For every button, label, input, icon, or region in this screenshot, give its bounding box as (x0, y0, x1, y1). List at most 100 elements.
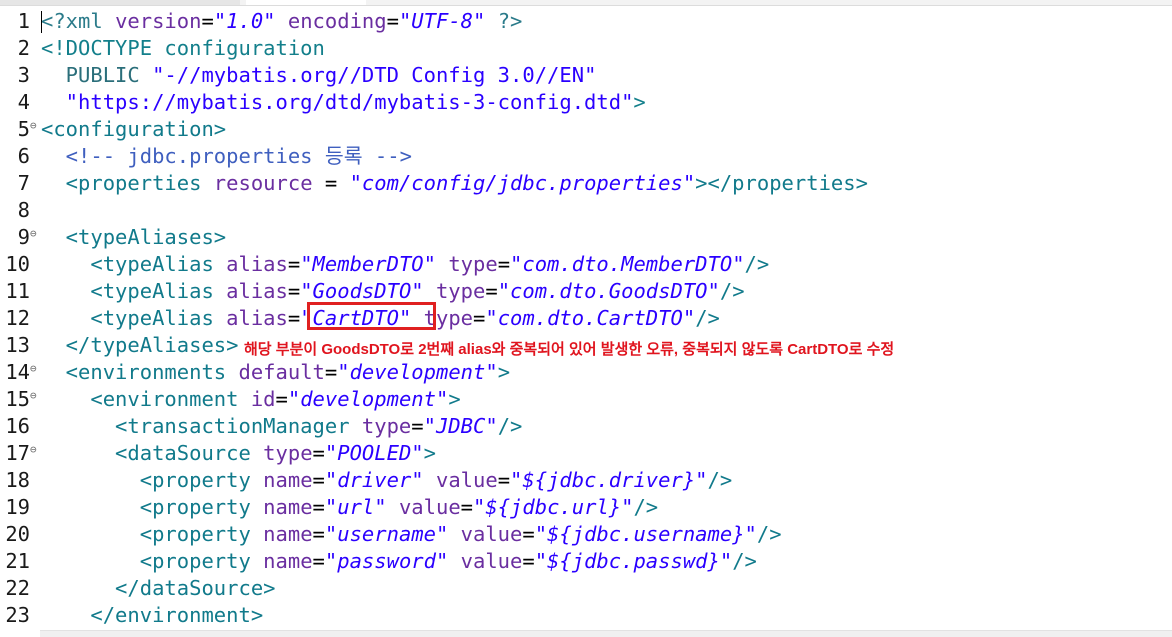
xml-code-editor[interactable]: 1 <?xml version="1.0" encoding="UTF-8" ?>… (0, 8, 1172, 630)
token-attr: name (263, 522, 313, 546)
token-tag: <typeAlias (41, 306, 227, 330)
token-tag: <typeAlias (41, 252, 227, 276)
text-cursor (41, 11, 42, 33)
line-number: 6 (17, 144, 30, 168)
token-tag: /> (497, 414, 523, 438)
code-line: 22 </dataSource> (0, 575, 1172, 602)
code-line: 17 ⊖ <dataSource type="POOLED"> (0, 440, 1172, 467)
token-tag: <environments (41, 360, 239, 384)
editor-tab-strip (0, 0, 1172, 6)
token-tag: /> (707, 468, 733, 492)
token-tag: <dataSource (41, 441, 264, 465)
token-plain: = (312, 468, 325, 492)
fold-toggle-icon[interactable]: ⊖ (30, 386, 37, 406)
line-number: 4 (17, 90, 30, 114)
token-tag: ></properties> (695, 171, 868, 195)
token-doct: <!DOCTYPE configuration (41, 36, 325, 60)
line-number: 5 (17, 117, 30, 141)
token-tag: /> (633, 495, 659, 519)
editor-tab-active[interactable] (246, 0, 366, 5)
fold-toggle-icon[interactable]: ⊖ (30, 224, 37, 244)
code-line: 20 <property name="username" value="${jd… (0, 521, 1172, 548)
code-text: <typeAlias alias="MemberDTO" type="com.d… (41, 251, 769, 278)
token-plain: = (312, 441, 325, 465)
token-attr: version (115, 9, 202, 33)
token-attr: value (398, 495, 461, 519)
token-str: "${jdbc.driver}" (510, 468, 708, 492)
code-text: <properties resource = "com/config/jdbc.… (41, 170, 868, 197)
token-tag: <property (41, 549, 264, 573)
token-str: "JDBC" (423, 414, 498, 438)
token-tag: <property (41, 468, 264, 492)
line-number: 11 (5, 279, 30, 303)
code-line: 6 <!-- jdbc.properties 등록 --> (0, 143, 1172, 170)
code-line: 11 <typeAlias alias="GoodsDTO" type="com… (0, 278, 1172, 305)
code-text: "https://mybatis.org/dtd/mybatis-3-confi… (41, 89, 646, 116)
token-tag: <typeAliases> (41, 225, 227, 249)
code-line: 15 ⊖ <environment id="development"> (0, 386, 1172, 413)
token-pi: ?> (497, 9, 523, 33)
token-plain: = (312, 549, 325, 573)
token-str: "driver" (324, 468, 424, 492)
token-attr: name (263, 549, 313, 573)
fold-toggle-icon[interactable]: ⊖ (30, 116, 37, 136)
line-number: 14 (5, 360, 30, 384)
token-str: "${jdbc.url}" (473, 495, 634, 519)
line-number: 21 (5, 549, 30, 573)
token-plain: = (497, 252, 511, 276)
token-attr: name (263, 495, 313, 519)
code-line: 7 <properties resource = "com/config/jdb… (0, 170, 1172, 197)
code-line: 16 <transactionManager type="JDBC"/> (0, 413, 1172, 440)
line-number: 20 (5, 522, 30, 546)
code-line: 3 PUBLIC "-//mybatis.org//DTD Config 3.0… (0, 62, 1172, 89)
token-dstr: "https://mybatis.org/dtd/mybatis-3-confi… (41, 90, 634, 114)
fold-toggle-icon[interactable]: ⊖ (30, 440, 37, 460)
token-tag: /> (695, 306, 720, 330)
token-plain: = (473, 306, 486, 330)
line-number: 7 (17, 171, 30, 195)
code-text: <property name="password" value="${jdbc.… (41, 548, 757, 575)
line-number: 18 (5, 468, 30, 492)
token-plain: = (275, 387, 288, 411)
code-text: <property name="url" value="${jdbc.url}"… (41, 494, 658, 521)
line-number: 15 (5, 387, 30, 411)
editor-tab[interactable] (0, 0, 240, 5)
token-str: "1.0" (213, 9, 276, 33)
code-text: <typeAlias alias="GoodsDTO" type="com.dt… (41, 278, 744, 305)
line-number: 23 (5, 603, 30, 627)
code-line: 1 <?xml version="1.0" encoding="UTF-8" ?> (0, 8, 1172, 35)
code-line: 10 <typeAlias alias="MemberDTO" type="co… (0, 251, 1172, 278)
token-plain: = (201, 9, 214, 33)
code-text: <dataSource type="POOLED"> (41, 440, 436, 467)
line-number: 13 (5, 333, 30, 357)
token-plain: = (522, 522, 535, 546)
token-attr: name (263, 468, 313, 492)
token-tag: /> (732, 549, 757, 573)
code-text: PUBLIC "-//mybatis.org//DTD Config 3.0//… (41, 62, 597, 89)
token-comment: <!-- jdbc.properties 등록 --> (41, 144, 412, 168)
token-tag: <environment (41, 387, 251, 411)
token-str: "POOLED" (324, 441, 424, 465)
token-str: "com/config/jdbc.properties" (349, 171, 696, 195)
code-text: <configuration> (41, 116, 226, 143)
token-tag: </dataSource> (41, 576, 276, 600)
token-dstr: "-//mybatis.org//DTD Config 3.0//EN" (152, 63, 597, 87)
token-str: "com.dto.CartDTO" (485, 306, 696, 330)
token-pub: PUBLIC (41, 63, 153, 87)
fold-toggle-icon[interactable]: ⊖ (30, 359, 37, 379)
annotation-note: 해당 부분이 GoodsDTO로 2번째 alias와 중복되어 있어 발생한 … (244, 341, 895, 358)
token-attr: value (435, 468, 498, 492)
token-attr: type (435, 279, 486, 303)
code-text: <?xml version="1.0" encoding="UTF-8" ?> (41, 8, 522, 35)
code-text: </typeAliases> (41, 332, 239, 359)
token-attr: alias (226, 252, 288, 276)
line-number: 2 (17, 36, 30, 60)
token-plain: = (312, 522, 325, 546)
token-str: "password" (324, 549, 449, 573)
token-plain: = (485, 279, 498, 303)
token-plain: = (287, 279, 301, 303)
